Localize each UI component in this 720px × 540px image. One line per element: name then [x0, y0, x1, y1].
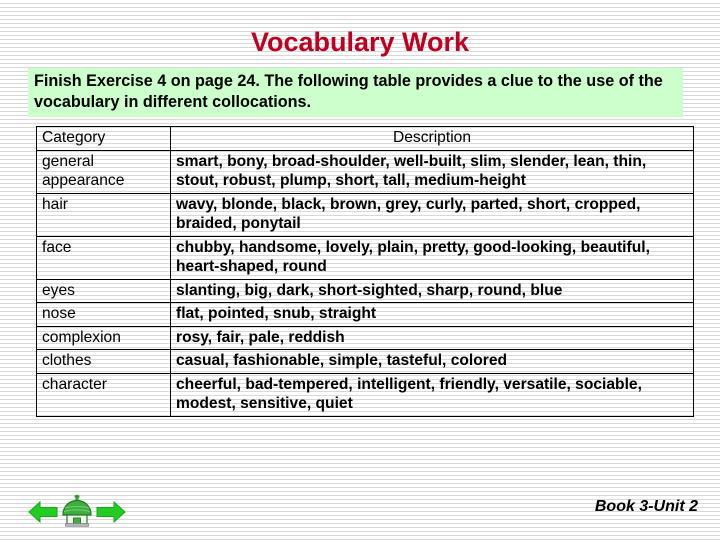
table-row: clothes casual, fashionable, simple, tast…: [36, 349, 694, 374]
table-row: eyes slanting, big, dark, short-sighted, …: [36, 278, 694, 303]
cell-description: cheerful, bad-tempered, intelligent, fri…: [170, 372, 694, 417]
cell-category: nose: [36, 302, 171, 327]
cell-category: hair: [36, 192, 171, 237]
table-row: nose flat, pointed, snub, straight: [36, 302, 694, 327]
page-title: Vocabulary Work: [250, 27, 470, 57]
cell-category: general appearance: [36, 149, 171, 194]
table-header-row: Category Description: [36, 126, 694, 151]
cell-category: face: [36, 235, 171, 280]
vocabulary-table: Category Description general appearance s…: [36, 126, 694, 417]
footer-book-unit-label: Book 3-Unit 2: [594, 498, 698, 515]
home-icon[interactable]: [59, 494, 95, 530]
column-header-category: Category: [36, 126, 171, 151]
cell-category: clothes: [36, 349, 171, 374]
cell-description: flat, pointed, snub, straight: [170, 302, 694, 327]
table-row: hair wavy, blonde, black, brown, grey, cu…: [36, 192, 694, 237]
navigation-bar: [28, 493, 138, 531]
cell-description: slanting, big, dark, short-sighted, shar…: [170, 278, 694, 303]
cell-description: casual, fashionable, simple, tasteful, c…: [170, 349, 694, 374]
intro-instruction-text: Finish Exercise 4 on page 24. The follow…: [28, 68, 683, 117]
table-row: general appearance smart, bony, broad-sho…: [36, 149, 694, 194]
cell-category: complexion: [36, 325, 171, 350]
table-row: complexion rosy, fair, pale, reddish: [36, 325, 694, 350]
cell-description: chubby, handsome, lovely, plain, pretty,…: [170, 235, 694, 280]
table-row: character cheerful, bad-tempered, intelli…: [36, 372, 694, 417]
cell-category: eyes: [36, 278, 171, 303]
table-row: face chubby, handsome, lovely, plain, pre…: [36, 235, 694, 280]
cell-category: character: [36, 372, 171, 417]
cell-description: rosy, fair, pale, reddish: [170, 325, 694, 350]
cell-description: wavy, blonde, black, brown, grey, curly,…: [170, 192, 694, 237]
forward-arrow-icon[interactable]: [96, 499, 126, 525]
cell-description: smart, bony, broad-shoulder, well-built,…: [170, 149, 694, 194]
column-header-description: Description: [170, 126, 694, 151]
back-arrow-icon[interactable]: [28, 499, 58, 525]
